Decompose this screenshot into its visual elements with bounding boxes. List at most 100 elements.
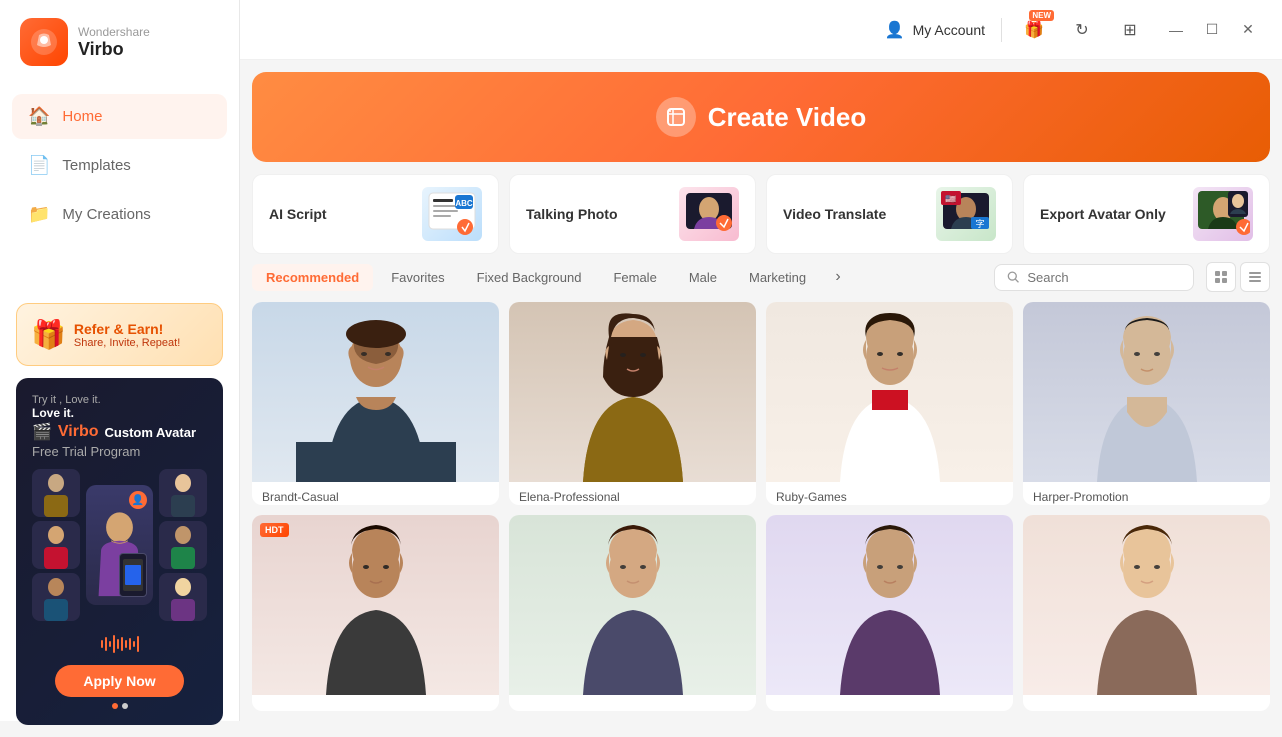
feature-card-video-translate[interactable]: Video Translate 🇺🇸 字	[766, 174, 1013, 254]
svg-text:ABC: ABC	[455, 199, 473, 208]
brand-name: Wondershare	[78, 25, 150, 39]
tab-more-button[interactable]: ›	[824, 263, 852, 291]
avatar-card-8[interactable]	[1023, 515, 1270, 711]
elena-name: Elena-Professional	[509, 482, 756, 505]
avatar-card-brandt[interactable]: Brandt-Casual	[252, 302, 499, 505]
tab-favorites[interactable]: Favorites	[377, 264, 458, 291]
header: 👤 My Account 🎁 NEW ↻ ⊞ — ☐ ✕	[240, 0, 1282, 60]
tab-bar: Recommended Favorites Fixed Background F…	[240, 254, 1282, 292]
avatar7-name	[766, 695, 1013, 711]
close-button[interactable]: ✕	[1234, 16, 1262, 44]
avatar8-name	[1023, 695, 1270, 711]
product-name: Virbo	[78, 39, 150, 60]
feature-card-talking-photo[interactable]: Talking Photo	[509, 174, 756, 254]
avatar-card-7[interactable]	[766, 515, 1013, 711]
list-view-button[interactable]	[1240, 262, 1270, 292]
avatar6-name	[509, 695, 756, 711]
ruby-name: Ruby-Games	[766, 482, 1013, 505]
apply-now-button[interactable]: Apply Now	[55, 665, 183, 697]
create-video-icon	[656, 97, 696, 137]
sidebar-item-label-home: Home	[62, 108, 102, 125]
promo-refer-card[interactable]: 🎁 Refer & Earn! Share, Invite, Repeat!	[16, 303, 223, 366]
avatar7-image	[766, 515, 1013, 695]
sidebar-item-home[interactable]: 🏠 Home	[12, 94, 227, 139]
feature-card-export-avatar[interactable]: Export Avatar Only	[1023, 174, 1270, 254]
ai-script-image: ABC	[422, 187, 482, 241]
creations-icon: 📁	[28, 204, 50, 225]
custom-avatar-label: Custom Avatar	[105, 425, 197, 440]
talking-photo-title: Talking Photo	[526, 206, 618, 222]
avatar-card-5[interactable]: HDT	[252, 515, 499, 711]
avatar-card-elena[interactable]: Elena-Professional	[509, 302, 756, 505]
templates-icon: 📄	[28, 155, 50, 176]
avatar-thumb-5	[159, 521, 207, 569]
tab-fixed-background[interactable]: Fixed Background	[463, 264, 596, 291]
elena-image	[509, 302, 756, 482]
grid-icon: ⊞	[1123, 20, 1136, 40]
gift-header-button[interactable]: 🎁 NEW	[1018, 14, 1050, 46]
search-icon	[1007, 270, 1019, 284]
feature-card-ai-script[interactable]: AI Script ABC	[252, 174, 499, 254]
feature-card-video-translate-left: Video Translate	[783, 206, 886, 222]
search-area	[994, 264, 1194, 291]
avatar8-image	[1023, 515, 1270, 695]
tab-male[interactable]: Male	[675, 264, 731, 291]
promo-avatar-card[interactable]: Try it , Love it. Love it. 🎬 Virbo Custo…	[16, 378, 223, 725]
nav-items: 🏠 Home 📄 Templates 📁 My Creations	[0, 84, 239, 251]
tab-marketing[interactable]: Marketing	[735, 264, 820, 291]
refresh-button[interactable]: ↻	[1066, 14, 1098, 46]
avatar-card-harper[interactable]: Harper-Promotion	[1023, 302, 1270, 505]
grid-view-button[interactable]: ⊞	[1114, 14, 1146, 46]
view-toggle	[1206, 262, 1270, 292]
create-video-banner[interactable]: Create Video	[252, 72, 1270, 162]
ai-script-title: AI Script	[269, 206, 327, 222]
tab-female[interactable]: Female	[599, 264, 670, 291]
sidebar: Wondershare Virbo 🏠 Home 📄 Templates 📁 M…	[0, 0, 240, 721]
my-account-label: My Account	[913, 22, 985, 38]
maximize-button[interactable]: ☐	[1198, 16, 1226, 44]
create-video-button[interactable]: Create Video	[656, 97, 866, 137]
svg-text:🇺🇸: 🇺🇸	[945, 194, 956, 204]
avatar-thumb-3	[32, 573, 80, 621]
avatar-thumb-center: 👤	[86, 485, 153, 605]
sidebar-item-templates[interactable]: 📄 Templates	[12, 143, 227, 188]
video-translate-image: 🇺🇸 字	[936, 187, 996, 241]
sidebar-promos: 🎁 Refer & Earn! Share, Invite, Repeat! T…	[0, 291, 239, 737]
app-logo-icon	[20, 18, 68, 66]
export-avatar-image	[1193, 187, 1253, 241]
sidebar-item-my-creations[interactable]: 📁 My Creations	[12, 192, 227, 237]
feature-card-talking-photo-left: Talking Photo	[526, 206, 618, 222]
avatar-thumb-6	[159, 573, 207, 621]
my-account-button[interactable]: 👤 My Account	[885, 20, 985, 40]
gift-header-icon: 🎁	[1024, 20, 1044, 40]
search-input[interactable]	[1027, 270, 1181, 285]
avatar6-image	[509, 515, 756, 695]
tab-recommended[interactable]: Recommended	[252, 264, 373, 291]
avatar-card-ruby[interactable]: Ruby-Games	[766, 302, 1013, 505]
new-badge: NEW	[1029, 10, 1054, 21]
avatar5-name	[252, 695, 499, 711]
export-avatar-title: Export Avatar Only	[1040, 206, 1166, 222]
try-label: Try it , Love it.	[32, 394, 207, 406]
logo-text: Wondershare Virbo	[78, 25, 150, 60]
avatar-card-6[interactable]	[509, 515, 756, 711]
avatar5-image: HDT	[252, 515, 499, 695]
virbo-product-label: Virbo	[58, 423, 99, 441]
virbo-logo-small: 🎬	[32, 422, 52, 442]
gift-icon: 🎁	[31, 318, 66, 351]
logo-area: Wondershare Virbo	[0, 0, 239, 84]
feature-card-export-avatar-left: Export Avatar Only	[1040, 206, 1166, 222]
minimize-button[interactable]: —	[1162, 16, 1190, 44]
sidebar-item-label-templates: Templates	[62, 157, 130, 174]
avatar-thumb-1	[32, 469, 80, 517]
talking-photo-image	[679, 187, 739, 241]
hdt-badge-5: HDT	[260, 523, 289, 537]
promo-refer-subtitle: Share, Invite, Repeat!	[74, 337, 180, 349]
harper-image	[1023, 302, 1270, 482]
video-translate-title: Video Translate	[783, 206, 886, 222]
sidebar-item-label-creations: My Creations	[62, 206, 150, 223]
refresh-icon: ↻	[1075, 20, 1088, 40]
ruby-image	[766, 302, 1013, 482]
grid-view-button[interactable]	[1206, 262, 1236, 292]
dot-1	[112, 703, 118, 709]
